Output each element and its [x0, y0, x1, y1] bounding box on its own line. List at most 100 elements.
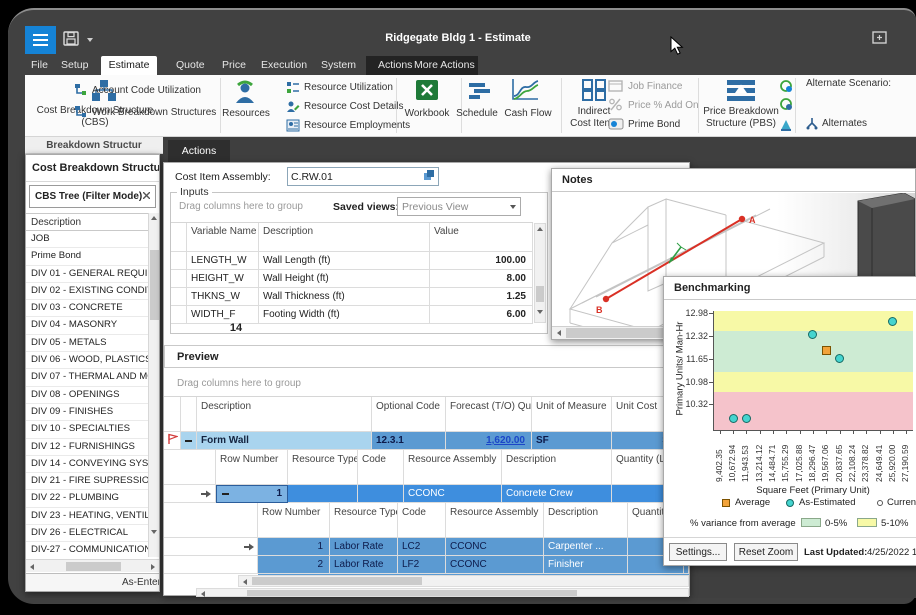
- column-header[interactable]: Value: [430, 223, 533, 252]
- cash-flow-button[interactable]: Cash Flow: [502, 108, 554, 120]
- scroll-up-icon[interactable]: [151, 216, 157, 220]
- column-header[interactable]: Variable Name: [187, 223, 259, 252]
- list-item[interactable]: JOB: [26, 231, 148, 248]
- resource-cost-details-button[interactable]: Resource Cost Details: [304, 101, 403, 112]
- resource-employments-button[interactable]: Resource Employments: [304, 120, 410, 131]
- forecast-quantity-link[interactable]: 1,620.00: [486, 435, 525, 446]
- list-item[interactable]: DIV 12 - FURNISHINGS: [26, 439, 148, 456]
- menu-file[interactable]: File: [27, 56, 52, 75]
- prime-bond-button[interactable]: Prime Bond: [628, 119, 680, 130]
- indirect-cost-items-icon[interactable]: [582, 79, 606, 106]
- cbs-column-description[interactable]: Description: [26, 213, 148, 231]
- list-item[interactable]: DIV 14 - CONVEYING SYSTEMS: [26, 456, 148, 473]
- list-item[interactable]: DIV 06 - WOOD, PLASTICS a...: [26, 352, 148, 369]
- wbs-button[interactable]: Work Breakdown Structures: [92, 107, 216, 118]
- cbs-vertical-scrollbar[interactable]: [148, 213, 159, 557]
- menu-price[interactable]: Price: [218, 56, 250, 75]
- price-add-on-button[interactable]: Price % Add On: [628, 100, 699, 111]
- assembly-picker-icon[interactable]: [423, 169, 435, 184]
- scenario-sync-icon[interactable]: [779, 79, 793, 98]
- reset-zoom-button[interactable]: Reset Zoom: [734, 543, 798, 561]
- workbook-icon[interactable]: [415, 79, 439, 106]
- collapse-icon[interactable]: [181, 432, 197, 450]
- cbs-horizontal-scrollbar[interactable]: [26, 559, 159, 572]
- table-row[interactable]: 2 Labor Rate LF2 CCONC Finisher: [164, 556, 689, 574]
- menu-estimate[interactable]: Estimate: [101, 56, 157, 75]
- menu-execution[interactable]: Execution: [257, 56, 311, 75]
- scroll-thumb[interactable]: [536, 286, 544, 302]
- close-icon[interactable]: [143, 191, 150, 202]
- list-item[interactable]: DIV 08 - OPENINGS: [26, 387, 148, 404]
- scroll-right-icon[interactable]: [151, 564, 155, 570]
- collapse-icon[interactable]: [222, 493, 229, 495]
- list-item[interactable]: DIV 07 - THERMAL AND MOI...: [26, 369, 148, 386]
- menu-quote[interactable]: Quote: [172, 56, 209, 75]
- column-header[interactable]: Unit of Measure: [532, 397, 612, 432]
- menu-system[interactable]: System: [317, 56, 360, 75]
- preview-outer-hscrollbar[interactable]: [196, 588, 689, 597]
- preview-inner-hscrollbar[interactable]: [238, 575, 689, 587]
- list-item[interactable]: DIV 22 - PLUMBING: [26, 490, 148, 507]
- column-header[interactable]: Code: [398, 503, 446, 538]
- cash-flow-icon[interactable]: [510, 78, 540, 107]
- list-item[interactable]: DIV 26 - ELECTRICAL: [26, 525, 148, 542]
- column-header[interactable]: Row Number: [258, 503, 330, 538]
- scroll-down-icon[interactable]: [151, 530, 157, 534]
- list-item[interactable]: DIV 01 - GENERAL REQUIRE...: [26, 266, 148, 283]
- list-item[interactable]: DIV 10 - SPECIALTIES: [26, 421, 148, 438]
- assembly-input[interactable]: C.RW.01: [287, 167, 439, 186]
- schedule-button[interactable]: Schedule: [453, 108, 501, 120]
- account-code-button[interactable]: Account Code Utilization: [92, 85, 201, 96]
- list-item[interactable]: DIV 02 - EXISTING CONDITI...: [26, 283, 148, 300]
- column-header[interactable]: Description: [502, 450, 612, 485]
- list-item[interactable]: DIV 03 - CONCRETE: [26, 300, 148, 317]
- maximize-icon[interactable]: [872, 31, 887, 49]
- settings-button[interactable]: Settings...: [669, 543, 727, 561]
- pbs-icon[interactable]: [726, 79, 756, 107]
- column-header[interactable]: Resource Type: [288, 450, 358, 485]
- scroll-left-icon[interactable]: [30, 564, 34, 570]
- column-header[interactable]: Resource Assembly: [446, 503, 544, 538]
- column-header[interactable]: Forecast (T/O) Quantity: [446, 397, 532, 432]
- cbs-tree-tab[interactable]: CBS Tree (Filter Mode): [29, 185, 156, 208]
- list-item[interactable]: DIV 05 - METALS: [26, 335, 148, 352]
- schedule-icon[interactable]: [468, 82, 494, 105]
- benchmarking-chart[interactable]: Primary Units/ Man-Hr Square Feet (Prima…: [664, 301, 916, 507]
- list-item[interactable]: DIV 23 - HEATING, VENTILA...: [26, 508, 148, 525]
- scroll-thumb[interactable]: [66, 562, 121, 571]
- scroll-thumb[interactable]: [150, 250, 159, 320]
- list-item[interactable]: Prime Bond: [26, 248, 148, 265]
- menu-more-actions[interactable]: More Actions: [410, 56, 479, 75]
- column-header[interactable]: Optional Code: [372, 397, 446, 432]
- inputs-vertical-scrollbar[interactable]: [534, 223, 546, 323]
- scroll-thumb[interactable]: [247, 590, 577, 596]
- column-header[interactable]: Description: [197, 397, 372, 432]
- list-item[interactable]: DIV-27 - COMMUNICATIONS: [26, 542, 148, 559]
- resource-utilization-button[interactable]: Resource Utilization: [304, 82, 393, 93]
- scenario-settings-icon[interactable]: [779, 97, 793, 116]
- scroll-left-icon[interactable]: [557, 330, 561, 336]
- scroll-up-icon[interactable]: [537, 227, 543, 231]
- pbs-button[interactable]: Price Breakdown Structure (PBS): [698, 106, 784, 130]
- table-row[interactable]: 1 CCONC Concrete Crew: [164, 485, 689, 503]
- column-header[interactable]: Code: [358, 450, 404, 485]
- resources-icon[interactable]: [234, 79, 256, 110]
- resources-button[interactable]: Resources: [222, 108, 270, 120]
- column-header[interactable]: Quantity (Less Waste): [612, 450, 666, 485]
- list-item[interactable]: DIV 21 - FIRE SUPRESSION: [26, 473, 148, 490]
- scroll-left-icon[interactable]: [243, 579, 247, 585]
- table-row[interactable]: Form Wall 12.3.1 1,620.00 SF $3.8: [164, 432, 689, 450]
- job-finance-button[interactable]: Job Finance: [628, 81, 682, 92]
- column-header[interactable]: Resource Assembly: [404, 450, 502, 485]
- column-header[interactable]: Description: [259, 223, 430, 252]
- list-item[interactable]: DIV 04 - MASONRY: [26, 317, 148, 334]
- table-row[interactable]: 1 Labor Rate LC2 CCONC Carpenter ...: [164, 538, 689, 556]
- column-header[interactable]: Resource Type: [330, 503, 398, 538]
- tab-actions[interactable]: Actions: [168, 140, 230, 162]
- menu-setup[interactable]: Setup: [57, 56, 92, 75]
- scroll-left-icon[interactable]: [201, 591, 205, 597]
- saved-views-select[interactable]: Previous View: [397, 197, 521, 216]
- scroll-down-icon[interactable]: [537, 310, 543, 314]
- column-header[interactable]: Description: [544, 503, 628, 538]
- table-row[interactable]: HEIGHT_W Wall Height (ft) 8.00: [171, 270, 533, 288]
